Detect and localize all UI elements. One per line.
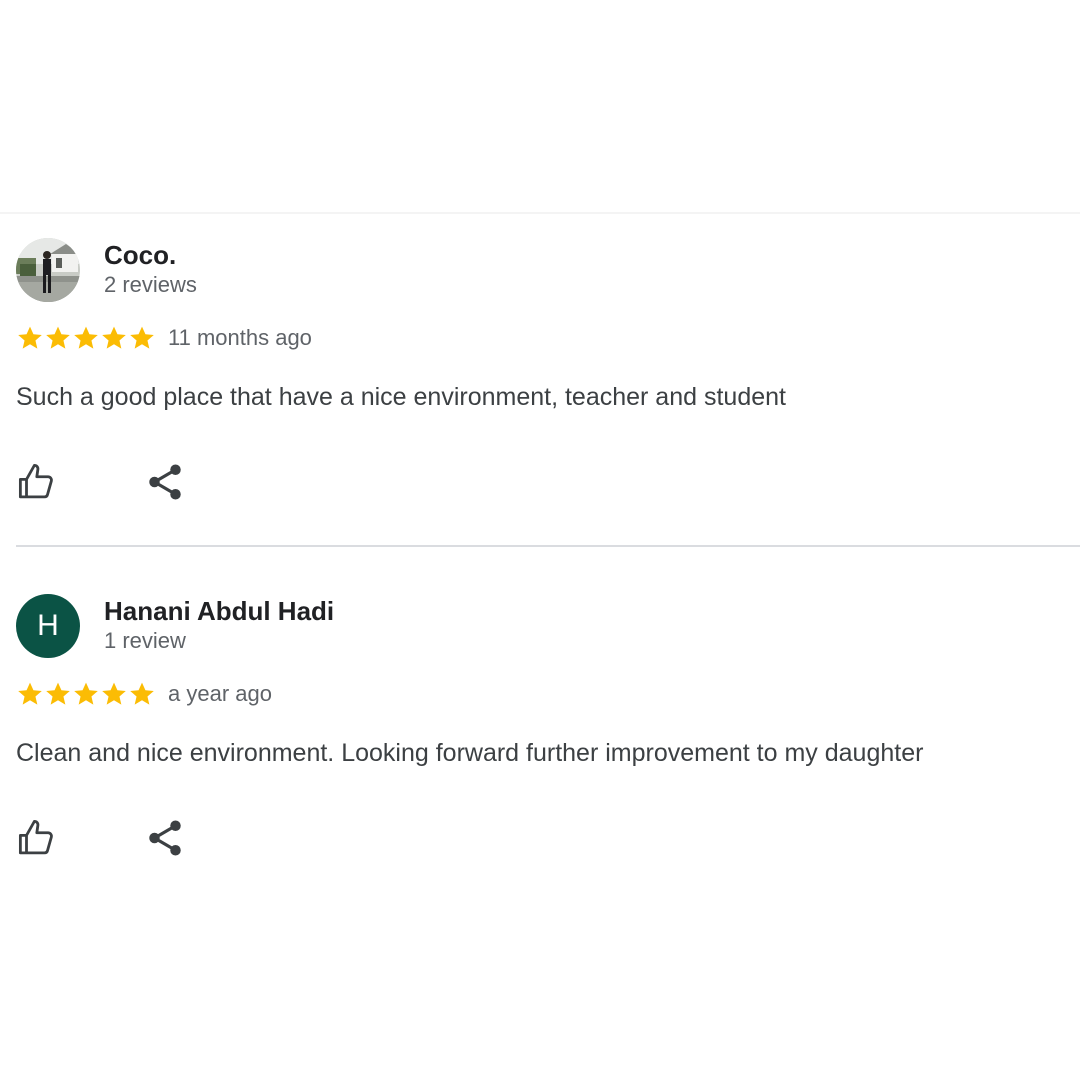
- star-icon: [46, 326, 70, 349]
- avatar-photo: [16, 238, 80, 302]
- star-icon: [130, 682, 154, 705]
- review-header: Coco. 2 reviews: [16, 238, 1080, 302]
- top-divider: [0, 212, 1080, 214]
- reviews-page: Coco. 2 reviews 11 months ago Such a goo…: [0, 0, 1080, 1080]
- review-card: H Hanani Abdul Hadi 1 review a year ago …: [16, 594, 1080, 861]
- review-date: 11 months ago: [168, 325, 312, 350]
- star-icon: [130, 326, 154, 349]
- star-rating: [16, 680, 156, 710]
- author-name[interactable]: Coco.: [104, 240, 176, 271]
- star-icon: [18, 682, 42, 705]
- review-separator: [16, 545, 1080, 547]
- review-text: Clean and nice environment. Looking forw…: [16, 739, 924, 767]
- star-icon: [46, 682, 70, 705]
- rating-row: 11 months ago: [16, 324, 1080, 354]
- avatar[interactable]: H: [16, 594, 80, 658]
- author-review-count: 2 reviews: [104, 272, 197, 297]
- review-date: a year ago: [168, 681, 272, 706]
- author-name[interactable]: Hanani Abdul Hadi: [104, 596, 334, 627]
- star-icon: [74, 326, 98, 349]
- review-header: H Hanani Abdul Hadi 1 review: [16, 594, 1080, 658]
- like-button[interactable]: [16, 461, 58, 503]
- share-button[interactable]: [144, 461, 186, 503]
- star-icon: [102, 682, 126, 705]
- star-icon: [74, 682, 98, 705]
- share-icon: [149, 464, 181, 500]
- review-actions: [16, 461, 1080, 505]
- review-actions: [16, 817, 1080, 861]
- review-text: Such a good place that have a nice envir…: [16, 383, 786, 411]
- star-icon: [102, 326, 126, 349]
- like-button[interactable]: [16, 817, 58, 859]
- star-icon: [18, 326, 42, 349]
- thumbs-up-icon: [18, 463, 53, 499]
- thumbs-up-icon: [18, 819, 53, 855]
- rating-row: a year ago: [16, 680, 1080, 710]
- share-icon: [149, 820, 181, 856]
- review-card: Coco. 2 reviews 11 months ago Such a goo…: [16, 238, 1080, 505]
- author-review-count: 1 review: [104, 628, 186, 653]
- share-button[interactable]: [144, 817, 186, 859]
- star-rating: [16, 324, 156, 354]
- avatar[interactable]: [16, 238, 80, 302]
